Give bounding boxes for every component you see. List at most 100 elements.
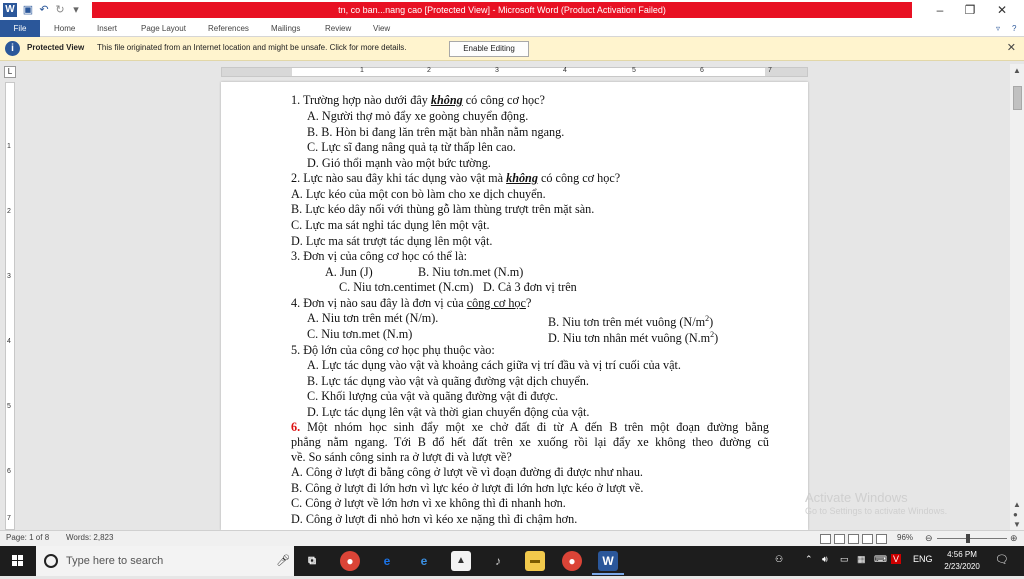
protected-view-message[interactable]: This file originated from an Internet lo…: [97, 43, 407, 52]
answer-2b: B. Lực kéo dây nối với thùng gỗ làm thùn…: [291, 202, 595, 216]
taskbar-search-box[interactable]: Type here to search 🎤︎: [36, 546, 294, 576]
taskbar: Type here to search 🎤︎ ⧉ ● e e ▲ ♪ ▬ ● W…: [0, 546, 1024, 576]
network-icon[interactable]: ▦: [857, 554, 866, 565]
answer-2d: D. Lực ma sát trượt tác dụng lên một vật…: [291, 234, 493, 248]
answer-3c: C. Niu tơn.centimet (N.cm): [339, 280, 474, 294]
keyboard-icon[interactable]: ⌨: [874, 554, 887, 565]
word-taskbar-icon[interactable]: W: [598, 551, 618, 571]
undo-icon[interactable]: ↶: [37, 3, 51, 17]
ruler-number: 2: [7, 208, 11, 215]
answer-4a: A. Niu tơn trên mét (N/m).: [307, 311, 439, 325]
active-app-indicator: [592, 573, 624, 575]
ruler-number: 1: [7, 143, 11, 150]
zoom-level[interactable]: 96%: [897, 533, 913, 542]
internet-explorer-icon[interactable]: e: [414, 551, 434, 571]
clock-time[interactable]: 4:56 PM: [942, 550, 982, 559]
file-explorer-icon[interactable]: ▬: [525, 551, 545, 571]
volume-icon[interactable]: 🔊︎: [822, 554, 828, 565]
previous-page-icon[interactable]: ▲: [1013, 500, 1021, 509]
answer-4d: D. Niu tơn nhân mét vuông (N.m2): [548, 330, 719, 346]
scrollbar-thumb[interactable]: [1013, 86, 1022, 110]
tab-file[interactable]: File: [0, 20, 40, 37]
protected-view-bar[interactable]: i Protected View This file originated fr…: [0, 37, 1024, 61]
cortana-icon: [44, 554, 58, 568]
next-page-icon[interactable]: ▼: [1013, 520, 1021, 529]
web-layout-icon[interactable]: [848, 534, 859, 544]
full-screen-reading-icon[interactable]: [834, 534, 845, 544]
start-button[interactable]: [0, 546, 36, 576]
help-icon[interactable]: ?: [1008, 20, 1020, 37]
answer-1b: B. B. Hòn bi đang lăn trên mặt bàn nhẵn …: [307, 125, 565, 139]
ribbon-tabs: File Home Insert Page Layout References …: [0, 20, 1024, 37]
print-layout-icon[interactable]: [820, 534, 831, 544]
close-button[interactable]: ✕: [984, 0, 1020, 20]
question-3: 3. Đơn vị của công cơ học có thể là:: [291, 249, 468, 263]
minimize-ribbon-icon[interactable]: ▿: [992, 20, 1004, 37]
answer-2a: A. Lực kéo của một con bò làm cho xe dịc…: [291, 187, 546, 201]
vertical-scrollbar[interactable]: ▲ ▲ ● ▼: [1010, 64, 1024, 530]
tab-insert[interactable]: Insert: [93, 20, 121, 37]
ruler-number: 3: [7, 273, 11, 280]
zoom-slider[interactable]: [937, 538, 1007, 539]
maximize-button[interactable]: ❐: [952, 0, 988, 20]
title-bar: W ▣ ↶ ↻ ▾ tn, co ban...nang cao [Protect…: [0, 0, 1024, 20]
close-message-bar-button[interactable]: ✕: [1007, 41, 1016, 54]
answer-5c: C. Khối lượng của vật và quãng đường vật…: [307, 389, 559, 403]
ruler-number: 7: [7, 515, 11, 522]
repeat-icon[interactable]: ↻: [53, 3, 67, 17]
microphone-icon[interactable]: 🎤︎: [276, 554, 290, 567]
question-6-line-3: về. So sánh công sinh ra ở lượt đi và lư…: [291, 450, 512, 464]
unikey-icon[interactable]: V: [891, 554, 902, 564]
horizontal-ruler[interactable]: 1 2 3 4 5 6 7: [221, 67, 808, 77]
zoom-slider-thumb[interactable]: [966, 534, 970, 543]
answer-1a: A. Người thợ mỏ đẩy xe goòng chuyển động…: [307, 109, 529, 123]
chrome-icon[interactable]: ●: [340, 551, 360, 571]
photos-icon[interactable]: ▲: [451, 551, 471, 571]
people-icon[interactable]: ⚇: [775, 554, 783, 565]
ruler-number: 6: [7, 468, 11, 475]
vertical-ruler[interactable]: 1 2 3 4 5 6 7: [5, 82, 15, 530]
question-4: 4. Đơn vị nào sau đây là đơn vị của công…: [291, 296, 532, 310]
scroll-up-icon[interactable]: ▲: [1013, 66, 1021, 75]
tab-selector-button[interactable]: L: [4, 66, 16, 78]
draft-icon[interactable]: [876, 534, 887, 544]
battery-icon[interactable]: ▭: [840, 554, 849, 565]
windows-logo-icon: [12, 555, 23, 566]
tab-view[interactable]: View: [369, 20, 394, 37]
chrome-profile-icon[interactable]: ●: [562, 551, 582, 571]
ruler-number: 4: [563, 67, 567, 74]
tab-mailings[interactable]: Mailings: [267, 20, 304, 37]
clock-date[interactable]: 2/23/2020: [938, 562, 986, 571]
document-page[interactable]: 1. Trường hợp nào dưới đây không có công…: [221, 82, 808, 530]
ruler-number: 2: [427, 67, 431, 74]
zoom-out-icon[interactable]: ⊖: [925, 533, 933, 544]
zoom-in-icon[interactable]: ⊕: [1010, 533, 1018, 544]
browse-object-icon[interactable]: ●: [1013, 510, 1018, 519]
status-bar: Page: 1 of 8 Words: 2,823 96% ⊖ ⊕: [0, 530, 1024, 546]
ruler-number: 7: [768, 67, 772, 74]
audio-app-icon[interactable]: ♪: [488, 551, 508, 571]
ruler-number: 5: [7, 403, 11, 410]
emphasis-text: không: [506, 171, 538, 185]
window-title: tn, co ban...nang cao [Protected View] -…: [92, 2, 912, 18]
answer-2c: C. Lực ma sát nghỉ tác dụng lên một vật.: [291, 218, 490, 232]
answer-6a: A. Công ở lượt đi bằng công ở lượt về vì…: [291, 465, 643, 479]
edge-icon[interactable]: e: [377, 551, 397, 571]
enable-editing-button[interactable]: Enable Editing: [449, 41, 529, 57]
show-hidden-icons[interactable]: ⌃: [805, 554, 813, 565]
page-count[interactable]: Page: 1 of 8: [6, 533, 49, 542]
customize-qat-icon[interactable]: ▾: [69, 3, 83, 17]
watermark-subtitle: Go to Settings to activate Windows.: [805, 506, 948, 516]
tab-review[interactable]: Review: [321, 20, 355, 37]
notification-icon[interactable]: 🗨︎: [995, 553, 1009, 566]
word-count[interactable]: Words: 2,823: [66, 533, 113, 542]
tab-references[interactable]: References: [204, 20, 253, 37]
save-icon[interactable]: ▣: [21, 3, 35, 17]
task-view-icon[interactable]: ⧉: [302, 551, 322, 571]
tab-page-layout[interactable]: Page Layout: [137, 20, 190, 37]
answer-6c: C. Công ở lượt về lớn hơn vì xe không th…: [291, 496, 566, 510]
input-language[interactable]: ENG: [913, 554, 933, 564]
outline-icon[interactable]: [862, 534, 873, 544]
tab-home[interactable]: Home: [50, 20, 79, 37]
answer-6d: D. Công ở lượt đi nhỏ hơn vì kéo xe nặng…: [291, 512, 578, 526]
